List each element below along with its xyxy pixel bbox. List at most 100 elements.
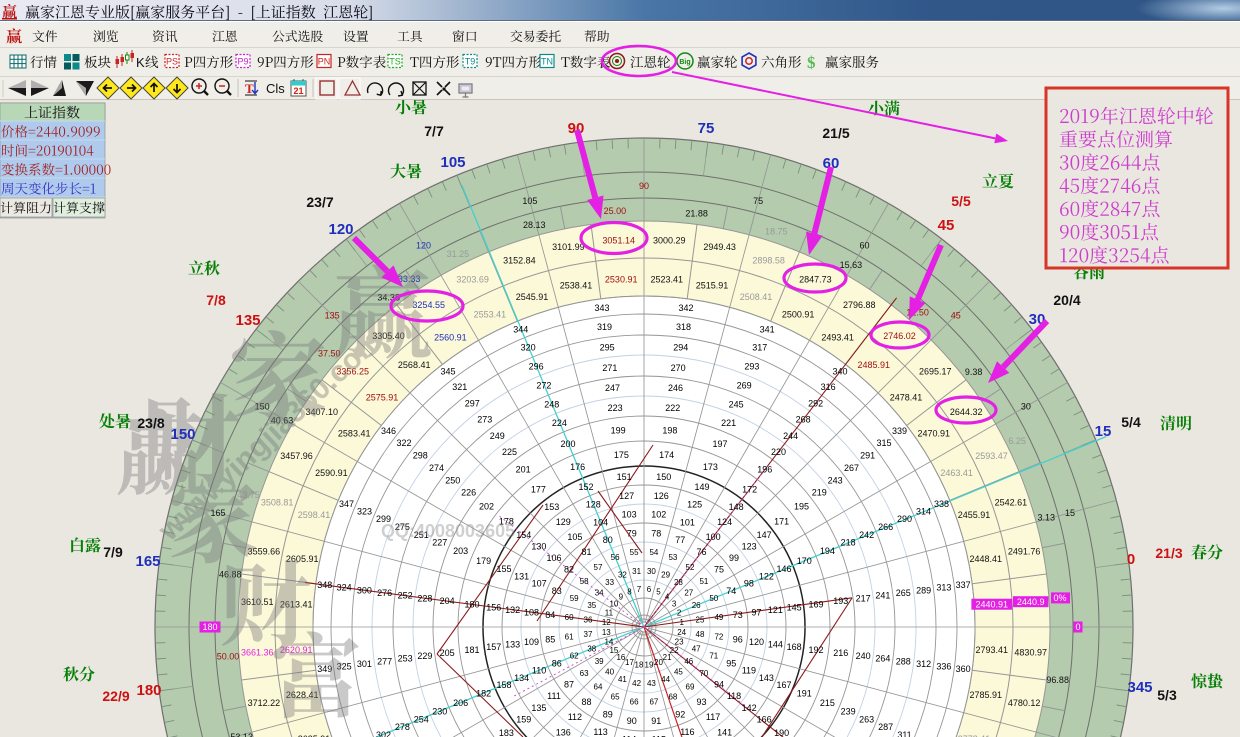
svg-text:0: 0 [1127,551,1135,568]
svg-text:3457.96: 3457.96 [280,451,313,461]
svg-text:316: 316 [821,382,836,392]
svg-text:9.38: 9.38 [965,367,983,377]
svg-text:2575.91: 2575.91 [366,392,399,402]
svg-text:2500.91: 2500.91 [782,310,815,320]
svg-text:344: 344 [513,325,528,335]
svg-text:295: 295 [600,343,615,353]
svg-text:270: 270 [671,363,686,373]
svg-text:2796.88: 2796.88 [843,300,876,310]
svg-text:3.13: 3.13 [1038,513,1056,523]
svg-text:2568.41: 2568.41 [398,360,431,370]
svg-text:49: 49 [714,613,723,622]
svg-text:191: 191 [797,689,812,699]
svg-text:6: 6 [647,585,652,594]
svg-text:Big: Big [679,59,690,66]
svg-text:252: 252 [398,591,413,601]
svg-text:22: 22 [670,646,679,655]
svg-text:3203.69: 3203.69 [456,275,489,285]
svg-text:13: 13 [602,628,611,637]
svg-text:43: 43 [647,679,656,688]
svg-text:105: 105 [567,532,582,542]
svg-text:$: $ [807,53,816,72]
svg-text:21/3: 21/3 [1155,545,1182,561]
svg-text:111: 111 [547,691,561,701]
svg-text:119: 119 [742,666,756,676]
svg-text:289: 289 [916,585,931,595]
svg-text:3000.29: 3000.29 [653,236,686,246]
svg-text:135: 135 [235,312,260,329]
svg-text:141: 141 [717,727,732,737]
svg-text:3051.14: 3051.14 [602,236,635,246]
svg-text:323: 323 [357,506,372,516]
svg-text:2523.41: 2523.41 [651,274,684,284]
svg-text:23: 23 [675,637,684,646]
svg-text:342: 342 [678,303,693,313]
svg-text:23/7: 23/7 [306,194,333,210]
svg-text:244: 244 [783,431,798,441]
svg-text:2: 2 [677,608,682,617]
svg-text:86: 86 [552,658,562,668]
svg-text:147: 147 [757,530,772,540]
svg-text:223: 223 [608,403,623,413]
svg-text:61: 61 [565,633,574,642]
svg-text:55: 55 [630,548,639,557]
svg-text:56: 56 [611,553,620,562]
svg-text:2508.41: 2508.41 [740,292,773,302]
svg-text:143: 143 [759,673,774,683]
svg-text:167: 167 [776,680,791,690]
svg-text:31.25: 31.25 [447,249,470,259]
svg-text:12: 12 [602,618,611,627]
svg-text:199: 199 [611,425,626,435]
svg-text:93: 93 [696,697,706,707]
svg-text:2530.91: 2530.91 [605,274,638,284]
svg-text:105: 105 [522,196,537,206]
svg-text:293: 293 [744,362,759,372]
svg-text:312: 312 [916,659,931,669]
svg-text:224: 224 [552,418,567,428]
svg-text:4830.97: 4830.97 [1014,648,1047,658]
svg-text:132: 132 [505,605,520,615]
svg-text:319: 319 [597,322,612,332]
svg-text:75: 75 [698,120,715,137]
svg-text:2949.43: 2949.43 [703,242,736,252]
svg-text:101: 101 [680,517,695,527]
svg-text:125: 125 [687,500,702,510]
svg-text:107: 107 [532,579,547,589]
svg-text:53.13: 53.13 [230,732,253,737]
svg-text:31: 31 [632,567,641,576]
svg-text:294: 294 [673,343,688,353]
svg-text:2898.58: 2898.58 [752,255,785,265]
svg-text:19: 19 [645,661,654,670]
svg-text:2538.41: 2538.41 [560,280,593,290]
svg-text:21.88: 21.88 [685,209,708,219]
svg-text:292: 292 [808,398,823,408]
svg-text:7/7: 7/7 [424,123,444,139]
svg-text:130: 130 [531,542,546,552]
svg-text:129: 129 [556,517,571,527]
svg-text:120: 120 [328,221,353,238]
svg-text:170: 170 [797,556,812,566]
svg-text:15.63: 15.63 [840,260,863,270]
svg-text:136: 136 [556,727,571,737]
svg-text:126: 126 [654,491,669,501]
svg-text:99: 99 [729,553,739,563]
svg-text:247: 247 [605,383,620,393]
svg-text:148: 148 [729,502,744,512]
svg-text:90: 90 [627,716,637,726]
svg-text:34: 34 [595,588,604,597]
svg-text:6.25: 6.25 [1008,436,1026,446]
svg-text:98: 98 [744,579,754,589]
svg-text:315: 315 [876,438,891,448]
svg-text:273: 273 [477,415,492,425]
svg-text:127: 127 [619,491,634,501]
svg-text:2583.41: 2583.41 [338,429,371,439]
svg-text:150: 150 [656,472,671,482]
svg-text:346: 346 [381,426,396,436]
svg-text:324: 324 [337,583,352,593]
svg-text:287: 287 [878,722,893,732]
svg-text:50.00: 50.00 [217,651,240,661]
svg-text:155: 155 [496,564,511,574]
svg-text:297: 297 [465,398,480,408]
svg-text:197: 197 [712,439,727,449]
svg-text:229: 229 [417,651,432,661]
